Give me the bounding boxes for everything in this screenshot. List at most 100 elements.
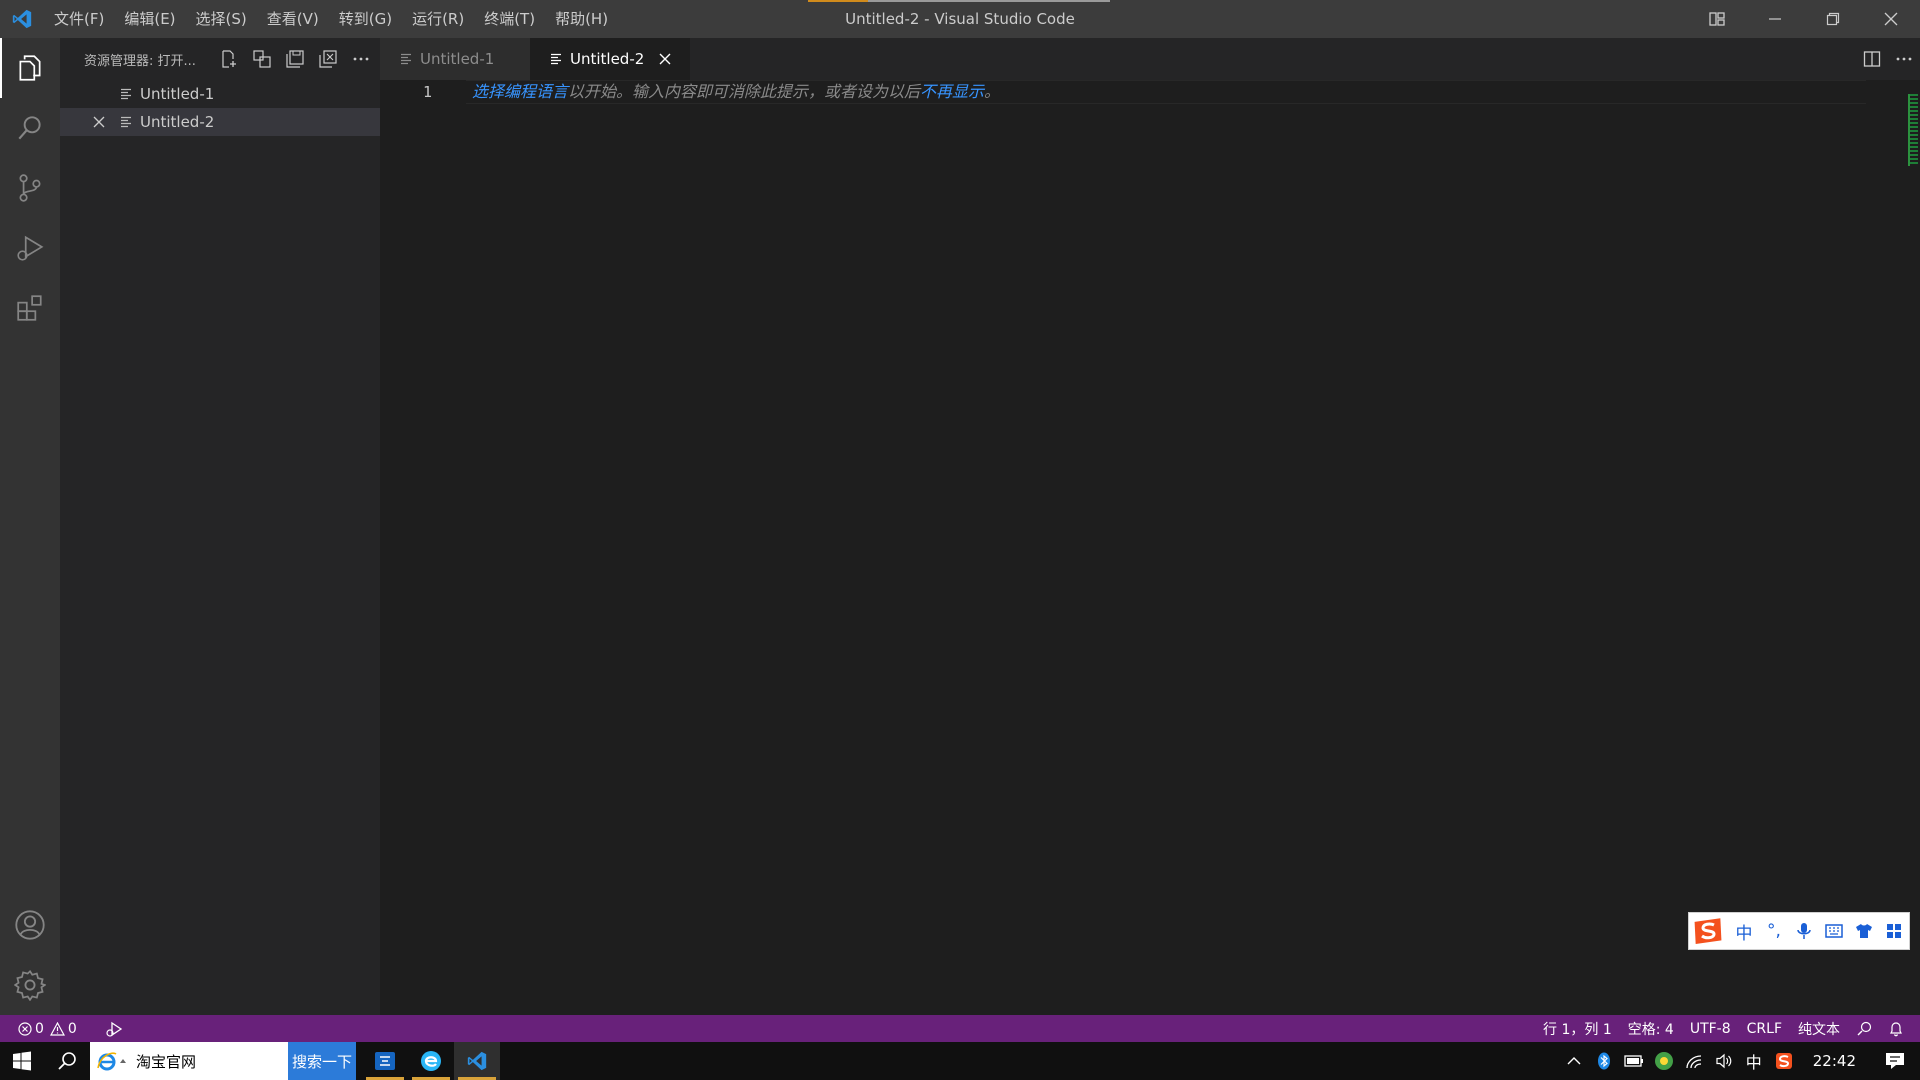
ime-voice-button[interactable] [1789, 912, 1819, 950]
taskbar-app-baidu[interactable] [362, 1042, 408, 1080]
ime-keyboard-button[interactable] [1819, 912, 1849, 950]
tray-sogou[interactable] [1769, 1042, 1799, 1080]
tab-close-icon[interactable] [658, 52, 672, 66]
vscode-logo-icon[interactable] [0, 0, 44, 38]
problems-indicator[interactable]: 0 0 [18, 1015, 85, 1042]
select-language-link[interactable]: 选择编程语言 [472, 82, 568, 101]
search-icon [18, 116, 41, 140]
chevron-up-icon [1567, 1057, 1581, 1065]
tab-untitled-1[interactable]: Untitled-1 [380, 38, 530, 80]
system-tray: 中 22:42 [1559, 1042, 1920, 1080]
menu-view[interactable]: 查看(V) [257, 0, 329, 38]
indentation-indicator[interactable]: 空格: 4 [1620, 1015, 1682, 1042]
feedback-button[interactable] [1848, 1015, 1880, 1042]
taskbar-app-browser[interactable] [408, 1042, 454, 1080]
taskbar-clock[interactable]: 22:42 [1799, 1052, 1870, 1070]
files-icon [19, 55, 41, 81]
vscode-logo-icon [467, 1051, 487, 1071]
action-center-button[interactable] [1870, 1042, 1920, 1080]
cursor-position[interactable]: 行 1，列 1 [1535, 1015, 1620, 1042]
minimize-icon [1769, 18, 1781, 20]
ellipsis-icon [353, 57, 368, 61]
minimize-button[interactable] [1746, 0, 1804, 38]
baidu-input-icon [375, 1052, 395, 1070]
close-all-button[interactable] [311, 44, 344, 74]
save-all-icon [285, 50, 304, 68]
feedback-icon [1857, 1021, 1872, 1035]
activity-accounts[interactable] [0, 895, 60, 955]
start-button[interactable] [0, 1042, 44, 1080]
tray-volume[interactable] [1709, 1042, 1739, 1080]
menu-go[interactable]: 转到(G) [329, 0, 402, 38]
language-mode[interactable]: 纯文本 [1790, 1015, 1848, 1042]
activity-bar [0, 38, 60, 1015]
text-file-icon [551, 53, 561, 65]
tray-bluetooth[interactable] [1589, 1042, 1619, 1080]
live-share-button[interactable] [97, 1015, 131, 1042]
activity-extensions[interactable] [0, 278, 60, 338]
open-editor-item-untitled-2[interactable]: Untitled-2 [60, 108, 380, 136]
toggle-vertical-button[interactable] [245, 44, 278, 74]
activity-run-debug[interactable] [0, 218, 60, 278]
activity-search[interactable] [0, 98, 60, 158]
restore-button[interactable] [1804, 0, 1862, 38]
menu-run[interactable]: 运行(R) [402, 0, 474, 38]
new-file-icon [221, 50, 236, 68]
open-editor-item-untitled-1[interactable]: Untitled-1 [60, 80, 380, 108]
ime-punctuation-toggle[interactable]: °, [1759, 912, 1789, 950]
extensions-icon [17, 295, 42, 321]
windows-icon [13, 1051, 31, 1071]
split-editor-button[interactable] [1856, 43, 1888, 75]
explorer-sidebar: 资源管理器: 打开... Untitled-1 Untitled-2 [60, 38, 380, 1015]
error-icon [18, 1021, 32, 1036]
eol-indicator[interactable]: CRLF [1739, 1015, 1790, 1042]
menu-file[interactable]: 文件(F) [44, 0, 114, 38]
tray-battery[interactable] [1619, 1042, 1649, 1080]
sogou-logo-icon[interactable] [1689, 912, 1729, 950]
ime-mode-toggle[interactable]: 中 [1729, 912, 1759, 950]
taskbar-address-box[interactable]: 淘宝官网 [90, 1042, 288, 1080]
tray-show-hidden-button[interactable] [1559, 1042, 1589, 1080]
error-count: 0 [35, 1020, 44, 1037]
tab-label: Untitled-1 [420, 50, 495, 68]
editor-area[interactable]: 1 选择编程语言以开始。输入内容即可消除此提示，或者设为以后不再显示。 [380, 80, 1920, 1015]
split-files-icon [252, 50, 271, 68]
taskbar-search-button[interactable] [44, 1042, 90, 1080]
volume-icon [1716, 1053, 1732, 1069]
caret-up-icon [120, 1059, 126, 1063]
menu-terminal[interactable]: 终端(T) [474, 0, 545, 38]
tab-untitled-2[interactable]: Untitled-2 [530, 38, 690, 80]
warning-count: 0 [67, 1020, 77, 1037]
close-all-icon [318, 50, 337, 68]
activity-source-control[interactable] [0, 158, 60, 218]
dont-show-again-link[interactable]: 不再显示 [920, 82, 984, 101]
tray-app-green[interactable] [1649, 1042, 1679, 1080]
notifications-button[interactable] [1880, 1015, 1912, 1042]
menu-selection[interactable]: 选择(S) [186, 0, 257, 38]
save-all-button[interactable] [278, 44, 311, 74]
editor-more-button[interactable] [1888, 43, 1920, 75]
more-actions-button[interactable] [344, 44, 377, 74]
layout-toggle-button[interactable] [1688, 0, 1746, 38]
tray-network[interactable] [1679, 1042, 1709, 1080]
activity-explorer[interactable] [0, 38, 60, 98]
new-file-button[interactable] [212, 44, 245, 74]
encoding-indicator[interactable]: UTF-8 [1682, 1015, 1739, 1042]
taskbar-app-vscode[interactable] [454, 1042, 500, 1080]
sidebar-actions [212, 44, 377, 74]
restore-icon [1826, 12, 1840, 26]
menu-help[interactable]: 帮助(H) [545, 0, 618, 38]
editor-scrollbar[interactable] [1906, 80, 1920, 1015]
bluetooth-icon [1597, 1052, 1610, 1070]
ime-toolbar: 中 °, [1688, 912, 1910, 950]
close-window-button[interactable] [1862, 0, 1920, 38]
microphone-icon [1797, 923, 1811, 939]
layout-icon [1709, 12, 1725, 26]
ime-toolbox-button[interactable] [1879, 912, 1909, 950]
taskbar-search-go-button[interactable]: 搜索一下 [288, 1042, 356, 1080]
activity-manage[interactable] [0, 955, 60, 1015]
tray-ime-indicator[interactable]: 中 [1739, 1042, 1769, 1080]
menu-edit[interactable]: 编辑(E) [114, 0, 185, 38]
shirt-icon [1856, 924, 1872, 938]
ime-skin-button[interactable] [1849, 912, 1879, 950]
